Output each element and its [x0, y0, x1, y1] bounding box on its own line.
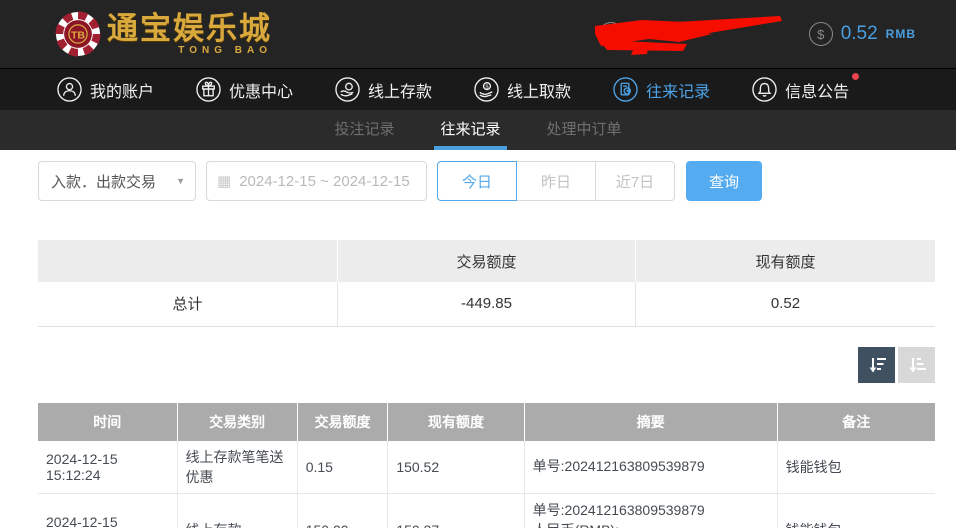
summary-total-row: 总计 -449.85 0.52	[38, 282, 935, 327]
balance-amount: 0.52	[840, 23, 878, 44]
dollar-coin-icon[interactable]: $	[808, 22, 833, 46]
calendar-icon: ▦	[217, 173, 232, 190]
gift-icon	[196, 77, 221, 102]
chevron-down-icon: ▼	[176, 176, 185, 186]
nav-item-my-account[interactable]: 我的账户	[57, 77, 154, 102]
cell-summary: 单号:202412163809539879 人民币(RMB): 150	[524, 493, 778, 528]
username-text[interactable]: SU	[633, 26, 763, 42]
sort-asc-icon	[909, 357, 926, 372]
sort-controls	[38, 346, 935, 383]
table-row: 2024-12-15 15:12:24 线上存款 150.00 150.37 单…	[38, 493, 935, 528]
date-range-input[interactable]: ▦ 2024-12-15 ~ 2024-12-15	[206, 161, 427, 201]
nav-item-transactions[interactable]: 往来记录	[613, 77, 710, 102]
user-avatar-icon[interactable]	[598, 22, 623, 46]
col-header-amount: 交易额度	[297, 402, 389, 441]
select-value: 入款．出款交易	[51, 173, 157, 191]
table-row: 2024-12-15 15:12:24 线上存款笔笔送优惠 0.15 150.5…	[38, 440, 935, 494]
nav-label: 往来记录	[646, 83, 711, 101]
summary-total-amount: -449.85	[337, 282, 636, 327]
nav-label: 信息公告	[785, 83, 850, 101]
user-area: SU $ 0.52 RMB	[594, 16, 916, 55]
cell-time: 2024-12-15 15:12:24	[38, 493, 178, 528]
svg-text:TB: TB	[71, 29, 85, 41]
balance-currency: RMB	[885, 27, 916, 41]
wallet-balance: $ 0.52 RMB	[808, 22, 916, 46]
col-header-balance: 现有额度	[387, 402, 525, 441]
brand-name-en: TONG BAO	[178, 44, 272, 56]
nav-item-withdraw[interactable]: $ 线上取款	[474, 77, 571, 102]
sub-navigation: 投注记录 往来记录 处理中订单	[0, 110, 956, 150]
main-navigation: 我的账户 优惠中心 线上存款 $ 线上取款 往来记录 信息公告	[0, 68, 956, 110]
quick-date-group: 今日 昨日 近7日	[437, 161, 675, 201]
summary-total-label: 总计	[38, 282, 339, 327]
tab-betting-records[interactable]: 投注记录	[328, 110, 400, 150]
cell-summary: 单号:202412163809539879	[524, 440, 778, 494]
summary-table: 交易额度 现有额度 总计 -449.85 0.52	[38, 240, 935, 327]
nav-label: 线上存款	[368, 83, 433, 101]
summary-header-row: 交易额度 现有额度	[38, 240, 935, 282]
col-header-time: 时间	[38, 402, 178, 441]
cell-type: 线上存款	[177, 493, 298, 528]
summary-header-empty	[38, 240, 339, 282]
transactions-table: 时间 交易类别 交易额度 现有额度 摘要 备注 2024-12-15 15:12…	[38, 402, 935, 528]
cell-balance: 150.37	[387, 493, 525, 528]
cell-amount: 150.00	[297, 493, 389, 528]
nav-item-deposit[interactable]: 线上存款	[335, 77, 432, 102]
cell-time: 2024-12-15 15:12:24	[38, 440, 178, 494]
col-header-type: 交易类别	[177, 402, 298, 441]
records-icon	[613, 77, 638, 102]
table-header-row: 时间 交易类别 交易额度 现有额度 摘要 备注	[38, 402, 935, 441]
cell-type: 线上存款笔笔送优惠	[177, 440, 298, 494]
nav-item-promotions[interactable]: 优惠中心	[196, 77, 293, 102]
today-button[interactable]: 今日	[437, 161, 517, 201]
bell-icon	[752, 77, 777, 102]
brand-name-cn: 通宝娱乐城	[107, 10, 272, 46]
last7days-button[interactable]: 近7日	[595, 161, 675, 201]
tab-pending-orders[interactable]: 处理中订单	[541, 110, 628, 150]
cell-amount: 0.15	[297, 440, 389, 494]
deposit-icon	[335, 77, 360, 102]
tab-transaction-records[interactable]: 往来记录	[434, 110, 507, 150]
filter-bar: 入款．出款交易 ▼ ▦ 2024-12-15 ~ 2024-12-15 今日 昨…	[38, 161, 935, 201]
nav-item-announcements[interactable]: 信息公告	[752, 73, 860, 102]
col-header-summary: 摘要	[524, 402, 778, 441]
notification-dot	[852, 73, 860, 80]
casino-chip-icon: TB	[55, 11, 101, 57]
nav-label: 我的账户	[90, 83, 155, 101]
col-header-remark: 备注	[777, 402, 935, 441]
transaction-type-select[interactable]: 入款．出款交易 ▼	[38, 161, 196, 201]
nav-label: 线上取款	[507, 83, 572, 101]
sort-ascending-button[interactable]	[898, 346, 935, 383]
search-button[interactable]: 查询	[686, 161, 762, 201]
summary-header-balance: 现有额度	[635, 240, 935, 282]
yesterday-button[interactable]: 昨日	[516, 161, 596, 201]
sort-desc-icon	[869, 357, 886, 372]
summary-header-amount: 交易额度	[337, 240, 636, 282]
withdraw-icon: $	[474, 77, 499, 102]
sort-descending-button[interactable]	[858, 346, 895, 383]
content-area: 入款．出款交易 ▼ ▦ 2024-12-15 ~ 2024-12-15 今日 昨…	[38, 161, 935, 528]
brand-logo[interactable]: TB 通宝娱乐城 TONG BAO	[55, 11, 272, 57]
date-range-value: 2024-12-15 ~ 2024-12-15	[239, 172, 410, 190]
cell-remark: 钱能钱包	[777, 440, 935, 494]
top-header: TB 通宝娱乐城 TONG BAO SU $ 0.52 RMB	[0, 0, 956, 68]
cell-remark: 钱能钱包	[777, 493, 935, 528]
nav-label: 优惠中心	[229, 83, 294, 101]
summary-total-balance: 0.52	[635, 282, 935, 327]
user-icon	[57, 77, 82, 102]
cell-balance: 150.52	[387, 440, 525, 494]
